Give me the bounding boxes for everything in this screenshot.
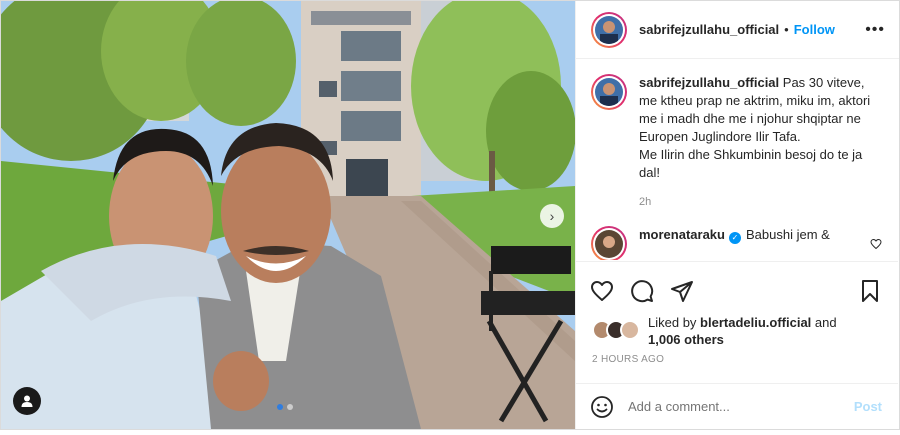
- chevron-right-icon: ›: [549, 208, 555, 224]
- post-actions: Liked by blertadeliu.official and 1,006 …: [576, 261, 898, 373]
- post-side-panel: sabrifejzullahu_official • Follow ••• sa…: [575, 1, 899, 429]
- verified-badge-icon: ✓: [728, 231, 741, 244]
- paper-plane-icon[interactable]: [670, 279, 694, 303]
- comments-section: sabrifejzullahu_official Pas 30 viteve, …: [576, 60, 898, 260]
- carousel-dot-active: [277, 404, 283, 410]
- caption-body: sabrifejzullahu_official Pas 30 viteve, …: [639, 74, 879, 182]
- caption-username[interactable]: sabrifejzullahu_official: [639, 75, 779, 90]
- smiley-icon[interactable]: [590, 395, 614, 419]
- post-header: sabrifejzullahu_official • Follow •••: [576, 1, 899, 59]
- caption-avatar[interactable]: [591, 74, 627, 110]
- liker-avatar: [620, 320, 640, 340]
- action-icons: [576, 262, 898, 308]
- header-separator: •: [784, 22, 789, 37]
- likes-row: Liked by blertadeliu.official and 1,006 …: [576, 308, 898, 348]
- avatar-image: [595, 230, 623, 258]
- carousel-indicator: [277, 404, 293, 410]
- likes-prefix: Liked by: [648, 315, 697, 330]
- heart-icon[interactable]: [590, 279, 614, 303]
- avatar-frame: [593, 13, 625, 46]
- comment-like-heart-icon[interactable]: [870, 238, 882, 250]
- post-photo[interactable]: ›: [1, 1, 575, 429]
- more-options-icon[interactable]: •••: [865, 21, 885, 39]
- photo-scene: [1, 1, 575, 429]
- user-tag-icon: [21, 395, 33, 407]
- add-comment-bar: Post: [576, 383, 898, 429]
- avatar-frame: [593, 76, 625, 108]
- comment-username[interactable]: morenataraku: [639, 227, 725, 242]
- comment-text: Babushi jem &: [745, 227, 830, 242]
- avatar-frame: [593, 228, 625, 260]
- avatar-image: [595, 15, 623, 44]
- caption-text-line2: Me Ilirin dhe Shkumbinin besoj do te ja …: [639, 147, 863, 180]
- liker-avatars: [592, 320, 642, 342]
- comment-item: morenataraku ✓ Babushi jem &: [576, 208, 898, 260]
- avatar[interactable]: [591, 11, 627, 48]
- comment-body: morenataraku ✓ Babushi jem &: [627, 226, 830, 260]
- avatar-image: [595, 78, 623, 106]
- likes-text: Liked by blertadeliu.official and 1,006 …: [648, 314, 837, 348]
- carousel-dot: [287, 404, 293, 410]
- liked-by-username[interactable]: blertadeliu.official: [700, 315, 811, 330]
- carousel-next-button[interactable]: ›: [540, 204, 564, 228]
- caption: sabrifejzullahu_official Pas 30 viteve, …: [576, 60, 898, 182]
- bookmark-icon[interactable]: [858, 279, 882, 303]
- post-timestamp[interactable]: 2 HOURS AGO: [576, 348, 898, 365]
- likes-others-link[interactable]: 1,006 others: [648, 332, 724, 347]
- instagram-post: › sabrifejzullahu_official • Follow ••• …: [0, 0, 900, 430]
- comment-icon[interactable]: [630, 279, 654, 303]
- follow-button[interactable]: Follow: [794, 22, 835, 37]
- header-username[interactable]: sabrifejzullahu_official: [639, 22, 779, 37]
- caption-timestamp[interactable]: 2h: [639, 196, 898, 208]
- likes-conjunction: and: [814, 315, 837, 330]
- user-tag-button[interactable]: [13, 387, 41, 415]
- comment-input[interactable]: [628, 399, 854, 414]
- post-comment-button[interactable]: Post: [854, 399, 882, 414]
- comment-avatar[interactable]: [591, 226, 627, 260]
